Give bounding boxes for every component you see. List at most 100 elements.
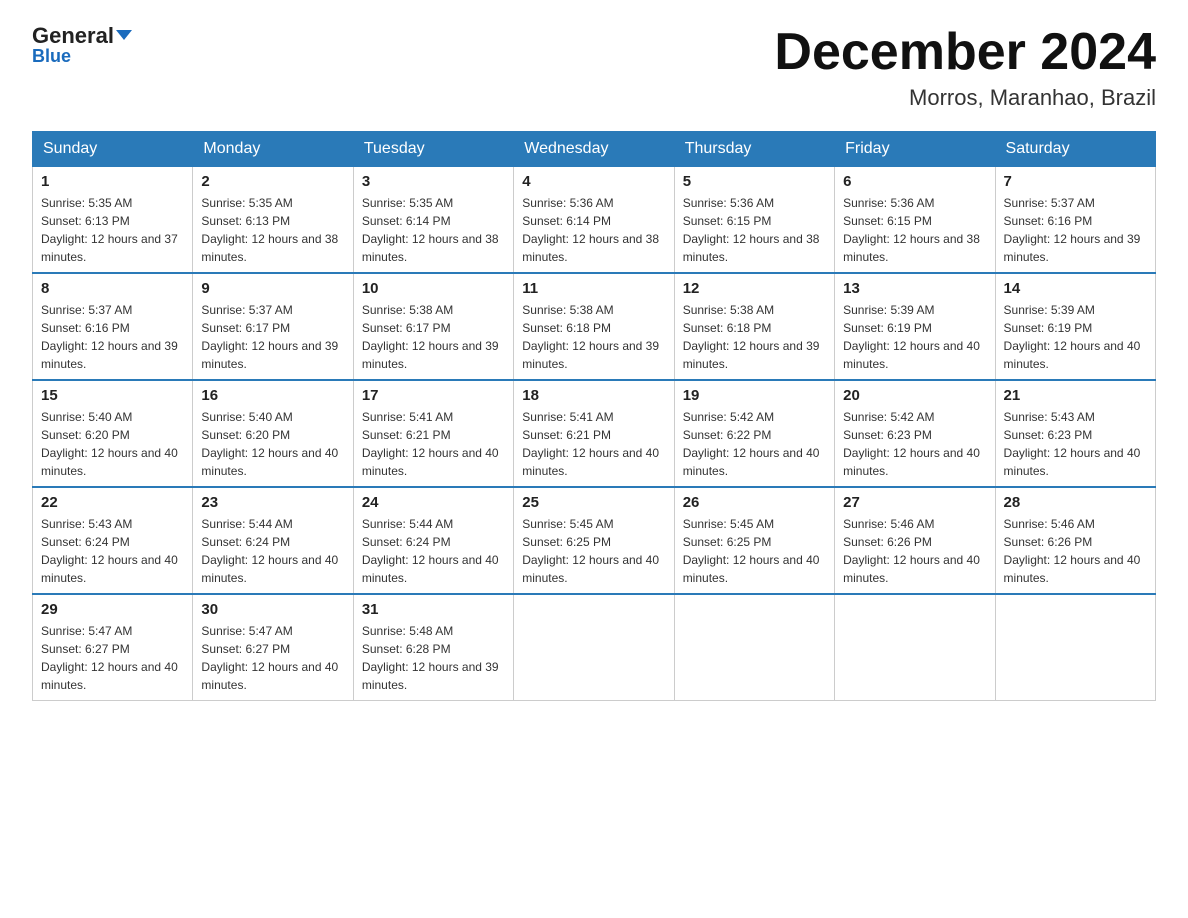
calendar-week-4: 22 Sunrise: 5:43 AM Sunset: 6:24 PM Dayl… [33,487,1156,594]
calendar-cell: 6 Sunrise: 5:36 AM Sunset: 6:15 PM Dayli… [835,167,995,274]
calendar-cell: 11 Sunrise: 5:38 AM Sunset: 6:18 PM Dayl… [514,273,674,380]
day-info: Sunrise: 5:41 AM Sunset: 6:21 PM Dayligh… [522,408,665,480]
calendar-cell [674,594,834,701]
header-tuesday: Tuesday [353,132,513,167]
calendar-cell: 24 Sunrise: 5:44 AM Sunset: 6:24 PM Dayl… [353,487,513,594]
title-area: December 2024 Morros, Maranhao, Brazil [774,24,1156,111]
day-info: Sunrise: 5:35 AM Sunset: 6:13 PM Dayligh… [41,194,184,266]
day-info: Sunrise: 5:43 AM Sunset: 6:23 PM Dayligh… [1004,408,1147,480]
calendar-cell: 21 Sunrise: 5:43 AM Sunset: 6:23 PM Dayl… [995,380,1155,487]
day-info: Sunrise: 5:41 AM Sunset: 6:21 PM Dayligh… [362,408,505,480]
calendar-cell: 5 Sunrise: 5:36 AM Sunset: 6:15 PM Dayli… [674,167,834,274]
calendar-cell: 28 Sunrise: 5:46 AM Sunset: 6:26 PM Dayl… [995,487,1155,594]
calendar-cell: 26 Sunrise: 5:45 AM Sunset: 6:25 PM Dayl… [674,487,834,594]
calendar-cell: 23 Sunrise: 5:44 AM Sunset: 6:24 PM Dayl… [193,487,353,594]
calendar-header-row: SundayMondayTuesdayWednesdayThursdayFrid… [33,132,1156,167]
day-info: Sunrise: 5:44 AM Sunset: 6:24 PM Dayligh… [362,515,505,587]
day-info: Sunrise: 5:36 AM Sunset: 6:15 PM Dayligh… [683,194,826,266]
logo-triangle-icon [116,30,132,40]
header-saturday: Saturday [995,132,1155,167]
day-number: 26 [683,494,826,511]
day-number: 31 [362,601,505,618]
calendar-title: December 2024 [774,24,1156,81]
day-info: Sunrise: 5:46 AM Sunset: 6:26 PM Dayligh… [1004,515,1147,587]
day-info: Sunrise: 5:37 AM Sunset: 6:16 PM Dayligh… [1004,194,1147,266]
day-number: 15 [41,387,184,404]
day-number: 7 [1004,173,1147,190]
day-number: 8 [41,280,184,297]
day-info: Sunrise: 5:43 AM Sunset: 6:24 PM Dayligh… [41,515,184,587]
day-number: 19 [683,387,826,404]
day-number: 17 [362,387,505,404]
calendar-table: SundayMondayTuesdayWednesdayThursdayFrid… [32,131,1156,701]
calendar-cell: 12 Sunrise: 5:38 AM Sunset: 6:18 PM Dayl… [674,273,834,380]
day-info: Sunrise: 5:42 AM Sunset: 6:22 PM Dayligh… [683,408,826,480]
calendar-subtitle: Morros, Maranhao, Brazil [774,85,1156,111]
calendar-cell: 16 Sunrise: 5:40 AM Sunset: 6:20 PM Dayl… [193,380,353,487]
calendar-week-3: 15 Sunrise: 5:40 AM Sunset: 6:20 PM Dayl… [33,380,1156,487]
day-info: Sunrise: 5:38 AM Sunset: 6:17 PM Dayligh… [362,301,505,373]
day-number: 10 [362,280,505,297]
day-number: 23 [201,494,344,511]
day-number: 18 [522,387,665,404]
calendar-cell: 14 Sunrise: 5:39 AM Sunset: 6:19 PM Dayl… [995,273,1155,380]
calendar-cell: 27 Sunrise: 5:46 AM Sunset: 6:26 PM Dayl… [835,487,995,594]
day-info: Sunrise: 5:47 AM Sunset: 6:27 PM Dayligh… [201,622,344,694]
calendar-cell: 10 Sunrise: 5:38 AM Sunset: 6:17 PM Dayl… [353,273,513,380]
logo-name: General [32,24,132,48]
calendar-cell: 1 Sunrise: 5:35 AM Sunset: 6:13 PM Dayli… [33,167,193,274]
day-number: 2 [201,173,344,190]
day-number: 21 [1004,387,1147,404]
calendar-cell: 2 Sunrise: 5:35 AM Sunset: 6:13 PM Dayli… [193,167,353,274]
day-number: 6 [843,173,986,190]
calendar-cell [835,594,995,701]
day-number: 4 [522,173,665,190]
calendar-week-1: 1 Sunrise: 5:35 AM Sunset: 6:13 PM Dayli… [33,167,1156,274]
calendar-cell: 29 Sunrise: 5:47 AM Sunset: 6:27 PM Dayl… [33,594,193,701]
header-friday: Friday [835,132,995,167]
calendar-cell [514,594,674,701]
day-info: Sunrise: 5:47 AM Sunset: 6:27 PM Dayligh… [41,622,184,694]
day-info: Sunrise: 5:36 AM Sunset: 6:15 PM Dayligh… [843,194,986,266]
day-info: Sunrise: 5:37 AM Sunset: 6:16 PM Dayligh… [41,301,184,373]
day-number: 13 [843,280,986,297]
day-info: Sunrise: 5:45 AM Sunset: 6:25 PM Dayligh… [522,515,665,587]
calendar-cell: 30 Sunrise: 5:47 AM Sunset: 6:27 PM Dayl… [193,594,353,701]
day-info: Sunrise: 5:44 AM Sunset: 6:24 PM Dayligh… [201,515,344,587]
header-monday: Monday [193,132,353,167]
calendar-cell: 3 Sunrise: 5:35 AM Sunset: 6:14 PM Dayli… [353,167,513,274]
day-info: Sunrise: 5:35 AM Sunset: 6:13 PM Dayligh… [201,194,344,266]
calendar-cell: 9 Sunrise: 5:37 AM Sunset: 6:17 PM Dayli… [193,273,353,380]
day-number: 11 [522,280,665,297]
day-number: 20 [843,387,986,404]
day-info: Sunrise: 5:37 AM Sunset: 6:17 PM Dayligh… [201,301,344,373]
day-number: 28 [1004,494,1147,511]
day-info: Sunrise: 5:38 AM Sunset: 6:18 PM Dayligh… [683,301,826,373]
calendar-cell: 17 Sunrise: 5:41 AM Sunset: 6:21 PM Dayl… [353,380,513,487]
logo: General Blue [32,24,132,67]
day-number: 29 [41,601,184,618]
calendar-week-5: 29 Sunrise: 5:47 AM Sunset: 6:27 PM Dayl… [33,594,1156,701]
day-number: 5 [683,173,826,190]
day-info: Sunrise: 5:39 AM Sunset: 6:19 PM Dayligh… [1004,301,1147,373]
calendar-cell: 20 Sunrise: 5:42 AM Sunset: 6:23 PM Dayl… [835,380,995,487]
calendar-cell: 31 Sunrise: 5:48 AM Sunset: 6:28 PM Dayl… [353,594,513,701]
day-info: Sunrise: 5:46 AM Sunset: 6:26 PM Dayligh… [843,515,986,587]
day-number: 1 [41,173,184,190]
day-info: Sunrise: 5:36 AM Sunset: 6:14 PM Dayligh… [522,194,665,266]
calendar-cell: 25 Sunrise: 5:45 AM Sunset: 6:25 PM Dayl… [514,487,674,594]
day-info: Sunrise: 5:40 AM Sunset: 6:20 PM Dayligh… [201,408,344,480]
day-number: 14 [1004,280,1147,297]
day-number: 12 [683,280,826,297]
day-number: 22 [41,494,184,511]
calendar-cell: 19 Sunrise: 5:42 AM Sunset: 6:22 PM Dayl… [674,380,834,487]
page-header: General Blue December 2024 Morros, Maran… [32,24,1156,111]
day-number: 9 [201,280,344,297]
header-sunday: Sunday [33,132,193,167]
calendar-cell: 22 Sunrise: 5:43 AM Sunset: 6:24 PM Dayl… [33,487,193,594]
header-thursday: Thursday [674,132,834,167]
calendar-cell [995,594,1155,701]
calendar-cell: 13 Sunrise: 5:39 AM Sunset: 6:19 PM Dayl… [835,273,995,380]
day-info: Sunrise: 5:35 AM Sunset: 6:14 PM Dayligh… [362,194,505,266]
day-info: Sunrise: 5:40 AM Sunset: 6:20 PM Dayligh… [41,408,184,480]
